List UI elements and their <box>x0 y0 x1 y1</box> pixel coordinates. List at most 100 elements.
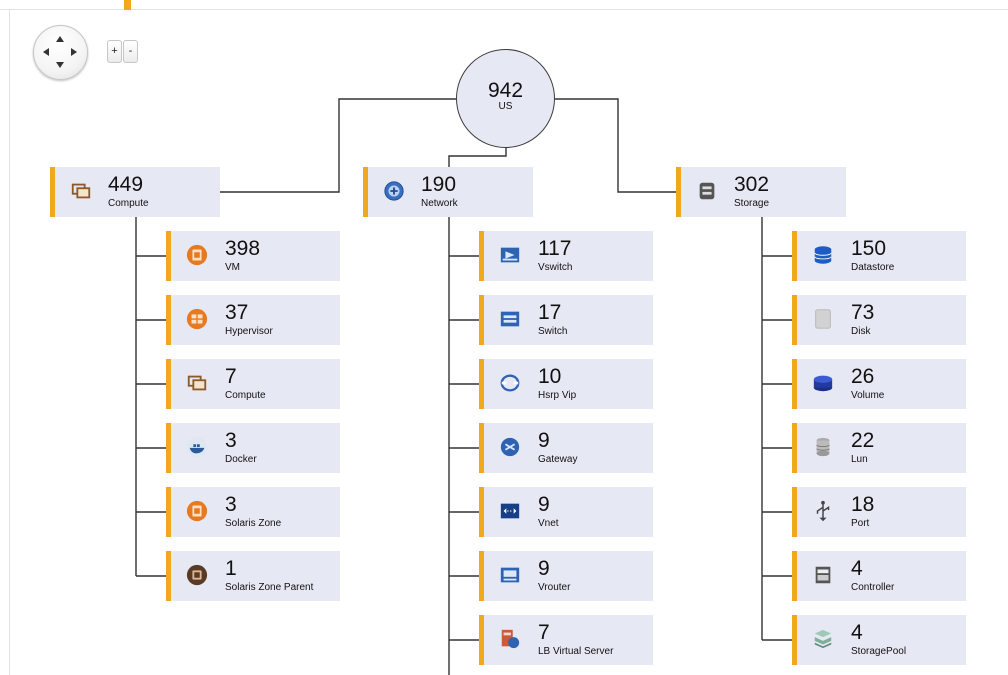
leaf-node[interactable]: 9 Vrouter <box>479 551 653 601</box>
node-count: 190 <box>421 173 457 196</box>
leaf-node[interactable]: 17 Switch <box>479 295 653 345</box>
leaf-node[interactable]: 1 Solaris Zone Parent <box>166 551 340 601</box>
leaf-node[interactable]: 22 Lun <box>792 423 966 473</box>
node-label: Solaris Zone <box>225 518 282 529</box>
node-count: 4 <box>851 557 863 580</box>
node-count: 9 <box>538 557 550 580</box>
solaris-zone-parent-icon <box>185 563 209 587</box>
switch-icon <box>498 307 522 331</box>
node-count: 7 <box>538 621 550 644</box>
leaf-node[interactable]: 37 Hypervisor <box>166 295 340 345</box>
node-label: Storage <box>734 198 770 209</box>
root-label: US <box>498 101 513 112</box>
node-count: 449 <box>108 173 144 196</box>
node-count: 117 <box>538 237 572 260</box>
node-label: Compute <box>225 390 266 401</box>
leaf-node[interactable]: 9 Vnet <box>479 487 653 537</box>
node-count: 150 <box>851 237 887 260</box>
compute-icon <box>185 371 209 395</box>
leaf-node[interactable]: 3 Solaris Zone <box>166 487 340 537</box>
node-label: Datastore <box>851 262 895 273</box>
branch-node-compute[interactable]: 449 Compute <box>50 167 220 217</box>
leaf-node[interactable]: 398 VM <box>166 231 340 281</box>
node-count: 37 <box>225 301 249 324</box>
branch-node-network[interactable]: 190 Network <box>363 167 533 217</box>
node-count: 7 <box>225 365 237 388</box>
leaf-node[interactable]: 4 StoragePool <box>792 615 966 665</box>
docker-icon <box>185 435 209 459</box>
node-count: 73 <box>851 301 875 324</box>
node-label: Volume <box>851 390 885 401</box>
node-count: 3 <box>225 429 237 452</box>
zoom-in-button[interactable]: + <box>107 40 122 63</box>
root-node[interactable]: 942 US <box>456 49 555 148</box>
node-label: Network <box>421 198 458 209</box>
storagepool-icon <box>811 627 835 651</box>
leaf-node[interactable]: 4 Controller <box>792 551 966 601</box>
hypervisor-icon <box>185 307 209 331</box>
leaf-node[interactable]: 10 Hsrp Vip <box>479 359 653 409</box>
hsrp-vip-icon <box>498 371 522 395</box>
connector-root-network <box>448 148 507 167</box>
pan-down-arrow-icon[interactable] <box>56 62 64 68</box>
pan-left-arrow-icon[interactable] <box>43 48 49 56</box>
connector-root-storage <box>555 98 676 193</box>
leaf-node[interactable]: 18 Port <box>792 487 966 537</box>
controller-icon <box>811 563 835 587</box>
node-count: 1 <box>225 557 237 580</box>
lun-icon <box>811 435 835 459</box>
branch-node-storage[interactable]: 302 Storage <box>676 167 846 217</box>
vswitch-icon <box>498 243 522 267</box>
node-label: Solaris Zone Parent <box>225 582 314 593</box>
node-count: 3 <box>225 493 237 516</box>
gateway-icon <box>498 435 522 459</box>
node-label: StoragePool <box>851 646 907 657</box>
node-label: Hypervisor <box>225 326 273 337</box>
node-count: 4 <box>851 621 863 644</box>
node-label: Disk <box>851 326 871 337</box>
node-label: Docker <box>225 454 257 465</box>
node-label: Compute <box>108 198 149 209</box>
node-label: Controller <box>851 582 895 593</box>
node-label: VM <box>225 262 240 273</box>
solaris-zone-icon <box>185 499 209 523</box>
leaf-node[interactable]: 117 Vswitch <box>479 231 653 281</box>
disk-icon <box>811 307 835 331</box>
node-label: Vswitch <box>538 262 573 273</box>
pan-up-arrow-icon[interactable] <box>56 36 64 42</box>
leaf-node[interactable]: 26 Volume <box>792 359 966 409</box>
node-count: 22 <box>851 429 875 452</box>
node-count: 9 <box>538 493 550 516</box>
leaf-node[interactable]: 73 Disk <box>792 295 966 345</box>
leaf-node[interactable]: 7 LB Virtual Server <box>479 615 653 665</box>
pan-control[interactable] <box>33 25 88 80</box>
node-count: 302 <box>734 173 770 196</box>
node-label: Switch <box>538 326 568 337</box>
node-count: 26 <box>851 365 875 388</box>
volume-icon <box>811 371 835 395</box>
node-count: 18 <box>851 493 875 516</box>
node-label: Port <box>851 518 870 529</box>
zoom-out-button[interactable]: - <box>123 40 138 63</box>
node-label: Hsrp Vip <box>538 390 577 401</box>
vrouter-icon <box>498 563 522 587</box>
node-label: LB Virtual Server <box>538 646 614 657</box>
node-label: Vrouter <box>538 582 571 593</box>
node-count: 9 <box>538 429 550 452</box>
port-icon <box>811 499 835 523</box>
lb-virtual-server-icon <box>498 627 522 651</box>
vm-icon <box>185 243 209 267</box>
leaf-node[interactable]: 3 Docker <box>166 423 340 473</box>
leaf-node[interactable]: 7 Compute <box>166 359 340 409</box>
compute-icon <box>69 179 93 203</box>
leaf-node[interactable]: 9 Gateway <box>479 423 653 473</box>
datastore-icon <box>811 243 835 267</box>
vnet-icon <box>498 499 522 523</box>
leaf-node[interactable]: 150 Datastore <box>792 231 966 281</box>
node-count: 10 <box>538 365 562 388</box>
node-label: Lun <box>851 454 868 465</box>
pan-right-arrow-icon[interactable] <box>71 48 77 56</box>
root-count: 942 <box>487 79 524 102</box>
node-label: Gateway <box>538 454 578 465</box>
node-label: Vnet <box>538 518 559 529</box>
